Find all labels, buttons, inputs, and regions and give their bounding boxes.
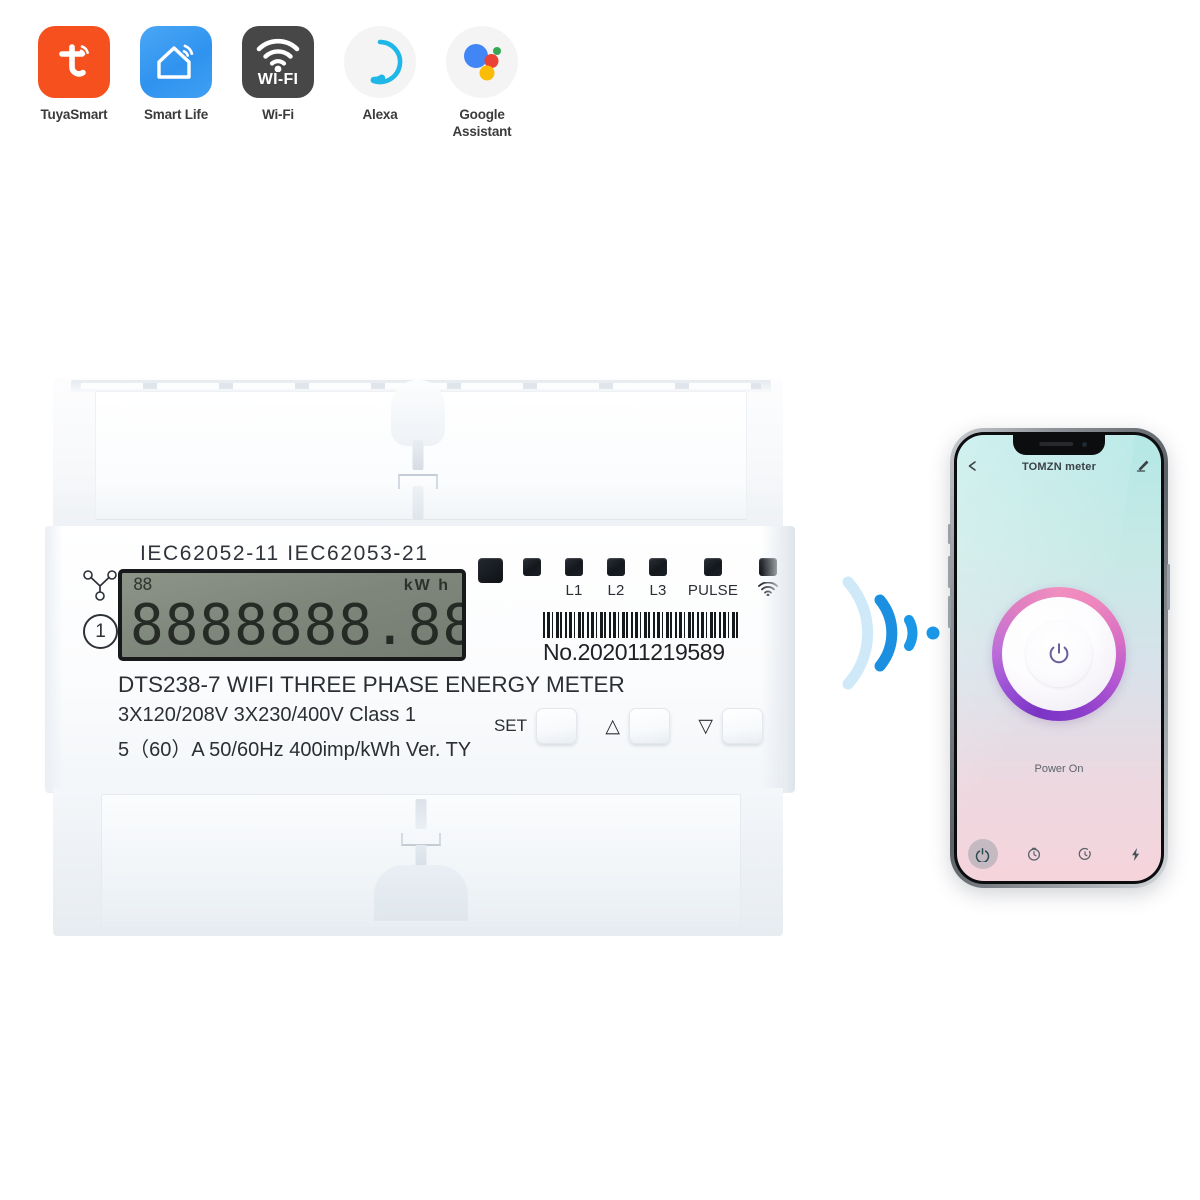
badge-google-assistant: Google Assistant (442, 26, 522, 141)
led-pulse: PULSE (687, 558, 739, 599)
power-icon (975, 847, 990, 862)
badge-label: Google Assistant (452, 107, 512, 139)
bottom-latch-stem-upper (415, 799, 427, 829)
bottom-terminal-cover (53, 788, 783, 936)
top-terminal-cover (53, 378, 783, 530)
badge-tuyasmart: TuyaSmart (34, 26, 114, 124)
badge-label: TuyaSmart (40, 107, 108, 122)
set-button-label: SET (493, 716, 527, 735)
phone-power-button[interactable] (1167, 564, 1170, 610)
power-status-text: Power On (1034, 763, 1084, 775)
led-l2: L2 (603, 558, 629, 599)
countdown-icon (1078, 847, 1091, 860)
tab-energy[interactable] (1110, 847, 1161, 862)
down-button-label: ▽ (698, 715, 713, 737)
led-lamp (477, 558, 503, 583)
earpiece-speaker (1039, 442, 1074, 446)
tab-power-highlight (967, 839, 998, 869)
top-latch-stem-upper (412, 440, 424, 470)
led-status (477, 558, 503, 583)
power-toggle-ring[interactable] (992, 587, 1126, 721)
wye-three-phase-icon (82, 568, 118, 607)
phone-bezel: TOMZN meter Power On (954, 432, 1164, 884)
phone-screen: TOMZN meter Power On (957, 435, 1161, 881)
led-label: PULSE (687, 582, 739, 599)
lcd-mini-indicator: 88 (133, 575, 153, 595)
standards-text: IEC62052-11 IEC62053-21 (140, 542, 429, 565)
set-button[interactable] (536, 708, 577, 744)
lcd-display: 88 kW h 8888888.88 (118, 569, 466, 661)
tab-countdown[interactable] (1059, 847, 1110, 861)
serial-number-text: No.202011219589 (543, 639, 725, 665)
down-button[interactable] (722, 708, 763, 744)
led-unlabeled (519, 558, 545, 576)
serial-barcode: No.202011219589 (543, 612, 739, 666)
wifi-tile-text: WI-FI (257, 71, 299, 88)
lcd-digits: 8888888.88 (130, 593, 466, 658)
bottom-latch-foot (374, 865, 468, 921)
accuracy-class-badge: 1 (83, 614, 118, 649)
phone-notch (1013, 435, 1105, 455)
led-lamp (523, 558, 541, 576)
meter-button-row: SET △ ▽ (493, 708, 763, 744)
meter-front-face: IEC62052-11 IEC62053-21 1 88 kW h 888888… (45, 526, 795, 792)
phone-volume-down-button[interactable] (948, 596, 951, 628)
led-lamp (704, 558, 722, 576)
power-icon[interactable] (1026, 621, 1092, 687)
led-lamp (649, 558, 667, 576)
front-camera (1082, 442, 1087, 447)
energy-bolt-icon (1132, 847, 1140, 861)
phone-mute-switch[interactable] (948, 524, 951, 544)
up-button[interactable] (629, 708, 670, 744)
top-latch-tab (391, 380, 445, 446)
badge-smart-life: Smart Life (136, 26, 216, 124)
smart-life-house-icon (140, 26, 212, 98)
wifi-icon: WI-FI (242, 26, 314, 98)
wifi-signal-waves-icon (830, 568, 960, 698)
top-latch-stem-lower (412, 486, 424, 519)
app-header: TOMZN meter (957, 455, 1161, 479)
led-l1: L1 (561, 558, 587, 599)
face-right-shading (761, 526, 795, 792)
timer-icon (1027, 847, 1040, 861)
led-l3: L3 (645, 558, 671, 599)
model-name-text: DTS238-7 WIFI THREE PHASE ENERGY METER (118, 672, 625, 697)
led-label: L1 (565, 582, 583, 599)
tab-power[interactable] (957, 839, 1008, 869)
bottom-tabbar (957, 837, 1161, 871)
badge-alexa: Alexa (340, 26, 420, 124)
power-toggle-knob[interactable] (1002, 597, 1116, 711)
smartphone-mockup: TOMZN meter Power On (948, 428, 1170, 888)
barcode-bars (543, 612, 739, 638)
edit-pencil-icon[interactable] (1136, 457, 1151, 477)
led-lamp (565, 558, 583, 576)
bottom-cover-panel (101, 794, 741, 928)
face-left-shading (45, 526, 63, 792)
up-button-label: △ (605, 715, 620, 737)
tab-timer[interactable] (1008, 847, 1059, 861)
badge-label: Alexa (362, 107, 398, 122)
app-title: TOMZN meter (1021, 461, 1097, 473)
google-assistant-dots-icon (446, 26, 518, 98)
phone-volume-up-button[interactable] (948, 556, 951, 588)
tuya-icon (38, 26, 110, 98)
voltage-spec-text: 3X120/208V 3X230/400V Class 1 (118, 704, 416, 726)
badge-label: Wi-Fi (262, 107, 294, 122)
led-label: L3 (649, 582, 667, 599)
alexa-ring-icon (344, 26, 416, 98)
energy-meter-device: IEC62052-11 IEC62053-21 1 88 kW h 888888… (45, 378, 795, 938)
led-indicator-strip: L1 L2 L3 PULSE (477, 558, 781, 600)
badge-label: Smart Life (143, 107, 209, 122)
current-spec-text: 5（60）A 50/60Hz 400imp/kWh Ver. TY (118, 739, 472, 761)
badge-wifi: WI-FI Wi-Fi (238, 26, 318, 124)
compatibility-badge-row: TuyaSmart Smart Life WI-FI Wi-Fi Alexa G… (34, 26, 522, 141)
led-lamp (607, 558, 625, 576)
led-label: L2 (607, 582, 625, 599)
